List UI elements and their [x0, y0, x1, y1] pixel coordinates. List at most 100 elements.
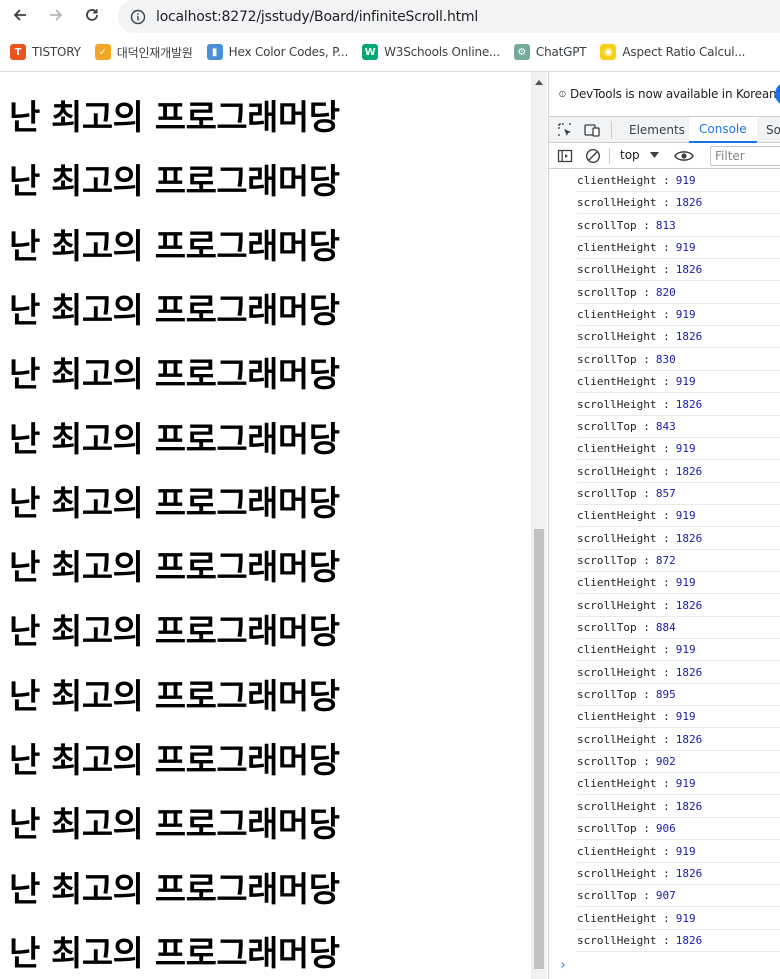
- bookmark-w3schools[interactable]: W W3Schools Online...: [362, 39, 504, 65]
- log-value: 919: [675, 777, 696, 791]
- log-value: 1826: [675, 866, 703, 880]
- log-label: scrollTop :: [577, 553, 650, 567]
- console-log-row: scrollHeight : 1826: [577, 461, 780, 483]
- console-log-row: scrollHeight : 1826: [577, 259, 780, 282]
- ddit-icon: ✓: [94, 44, 111, 60]
- log-value: 919: [675, 710, 696, 724]
- console-log-row: clientHeight : 919: [577, 908, 780, 930]
- site-info-icon[interactable]: [128, 7, 148, 27]
- log-value: 872: [655, 553, 676, 567]
- page-text-line: 난 최고의 프로그래머당: [9, 419, 340, 460]
- log-value: 1826: [675, 531, 703, 545]
- bookmark-aspect-ratio[interactable]: ◉ Aspect Ratio Calcul...: [600, 39, 749, 65]
- console-log-row: scrollTop : 872: [577, 550, 780, 572]
- context-selector[interactable]: top: [620, 148, 659, 162]
- reload-icon: [86, 9, 98, 21]
- log-value: 919: [675, 241, 696, 255]
- log-label: scrollTop :: [577, 419, 650, 433]
- log-label: scrollTop :: [577, 889, 650, 903]
- bookmark-hexcolor[interactable]: ▮ Hex Color Codes, P...: [206, 39, 352, 65]
- switch-language-button[interactable]: [775, 82, 780, 106]
- console-log-row: clientHeight : 919: [577, 304, 780, 327]
- bookmark-label: Hex Color Codes, P...: [228, 45, 349, 59]
- log-value: 1826: [675, 665, 703, 679]
- chatgpt-icon: ⚙: [513, 44, 530, 60]
- console-log-row: scrollHeight : 1826: [577, 394, 780, 416]
- page-text-line: 난 최고의 프로그래머당: [9, 290, 340, 331]
- log-value: 1826: [675, 263, 703, 277]
- log-value: 919: [675, 911, 696, 925]
- bookmark-label: Aspect Ratio Calcul...: [622, 45, 746, 59]
- page-text-line: 난 최고의 프로그래머당: [9, 805, 340, 846]
- log-value: 919: [675, 442, 696, 456]
- live-expression-eye-icon[interactable]: [674, 149, 694, 163]
- forward-button[interactable]: [44, 3, 68, 27]
- page-text-line: 난 최고의 프로그래머당: [9, 741, 340, 781]
- tab-elements[interactable]: Elements: [629, 117, 685, 143]
- log-value: 919: [675, 375, 696, 389]
- log-value: 919: [675, 174, 696, 187]
- log-label: clientHeight :: [577, 442, 670, 456]
- page-text-line: 난 최고의 프로그래머당: [9, 226, 340, 267]
- console-log-row: clientHeight : 919: [577, 572, 780, 595]
- console-log-row: scrollTop : 843: [577, 416, 780, 438]
- back-button[interactable]: [8, 3, 32, 27]
- devtools-panel: DevTools is now available in Korean! Ele…: [548, 72, 780, 979]
- bookmark-ddit[interactable]: ✓ 대덕인재개발원: [94, 39, 197, 65]
- log-label: scrollTop :: [577, 755, 650, 769]
- console-prompt-icon[interactable]: ›: [559, 958, 567, 973]
- log-label: clientHeight :: [577, 509, 670, 523]
- devtools-tab-bar: Elements Console So: [549, 116, 780, 143]
- log-value: 813: [655, 218, 676, 232]
- banner-text: DevTools is now available in Korean!: [569, 87, 780, 101]
- device-toolbar-icon[interactable]: [584, 122, 600, 138]
- aspect-ratio-icon: ◉: [600, 44, 617, 60]
- tab-console[interactable]: Console: [689, 117, 757, 143]
- scroll-thumb[interactable]: [534, 529, 544, 969]
- inspect-element-icon[interactable]: [557, 122, 573, 138]
- url-text[interactable]: localhost:8272/jsstudy/Board/infiniteScr…: [156, 9, 478, 25]
- navigation-bar: localhost:8272/jsstudy/Board/infiniteScr…: [0, 0, 780, 33]
- console-log-row: scrollHeight : 1826: [577, 192, 780, 215]
- address-bar[interactable]: localhost:8272/jsstudy/Board/infiniteScr…: [118, 0, 780, 33]
- bookmark-tistory[interactable]: T TISTORY: [10, 39, 85, 65]
- console-toolbar: top Filter: [549, 144, 780, 169]
- log-label: clientHeight :: [577, 844, 670, 858]
- page-text-line: 난 최고의 프로그래머당: [9, 548, 340, 589]
- log-label: scrollHeight :: [577, 531, 670, 545]
- reload-button[interactable]: [80, 3, 104, 27]
- console-filter-input[interactable]: Filter: [710, 146, 780, 166]
- log-value: 1826: [675, 464, 703, 478]
- browser-window: localhost:8272/jsstudy/Board/infiniteScr…: [0, 0, 780, 979]
- log-value: 919: [675, 308, 696, 322]
- log-value: 895: [655, 688, 676, 702]
- log-label: scrollHeight :: [577, 464, 670, 478]
- console-log-row: scrollHeight : 1826: [577, 863, 780, 885]
- page-text-line: 난 최고의 프로그래머당: [9, 483, 340, 524]
- log-label: scrollHeight :: [577, 263, 670, 277]
- log-label: scrollTop :: [577, 621, 650, 634]
- clear-console-icon[interactable]: [585, 148, 601, 164]
- log-value: 884: [655, 621, 676, 634]
- w3schools-icon: W: [362, 44, 379, 60]
- console-log-row: clientHeight : 919: [577, 773, 780, 796]
- console-log-row: scrollTop : 907: [577, 885, 780, 908]
- log-label: scrollHeight :: [577, 866, 670, 880]
- log-label: clientHeight :: [577, 911, 670, 925]
- scroll-up-arrow-icon[interactable]: [531, 74, 547, 90]
- log-label: scrollTop :: [577, 688, 650, 702]
- log-value: 843: [655, 419, 676, 433]
- bookmark-chatgpt[interactable]: ⚙ ChatGPT: [513, 39, 591, 65]
- tab-sources[interactable]: So: [766, 117, 780, 143]
- sidebar-toggle-icon[interactable]: [557, 148, 573, 164]
- console-log-row: scrollHeight : 1826: [577, 930, 780, 952]
- log-value: 902: [655, 755, 676, 769]
- log-label: scrollHeight :: [577, 330, 670, 344]
- console-log-row: scrollHeight : 1826: [577, 528, 780, 550]
- page-scrollbar[interactable]: [531, 72, 547, 979]
- console-log-row: scrollTop : 813: [577, 215, 780, 237]
- log-label: scrollHeight :: [577, 732, 670, 746]
- page-text-line: 난 최고의 프로그래머당: [9, 612, 340, 653]
- log-label: clientHeight :: [577, 777, 670, 791]
- devtools-language-banner: DevTools is now available in Korean!: [549, 72, 780, 116]
